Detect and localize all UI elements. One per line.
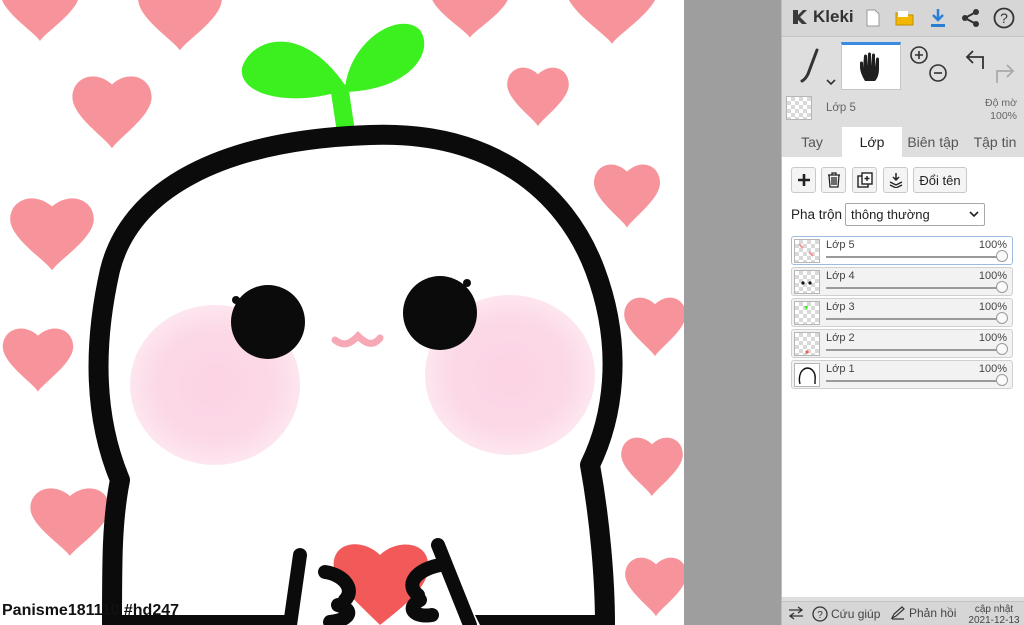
layer-name: Lớp 3: [826, 301, 855, 313]
plus-icon: [797, 174, 810, 186]
opacity-slider-handle[interactable]: [996, 374, 1008, 386]
opacity-slider-track[interactable]: [826, 318, 1000, 320]
feedback-button[interactable]: Phản hồi: [890, 606, 956, 620]
help-label: Cứu giúp: [831, 607, 881, 621]
help-button[interactable]: ? Cứu giúp: [812, 606, 880, 622]
help-circle-icon: ?: [812, 606, 828, 622]
layer-name: Lớp 2: [826, 332, 855, 344]
layer-item-3[interactable]: Lớp 3 100%: [791, 298, 1013, 327]
kleki-logo[interactable]: Kleki: [790, 7, 854, 27]
hand-tool[interactable]: [841, 42, 901, 90]
opacity-slider-track[interactable]: [826, 349, 1000, 351]
opacity-slider-handle[interactable]: [996, 250, 1008, 262]
redo-icon[interactable]: [996, 64, 1015, 83]
blend-mode-select[interactable]: thông thường: [845, 203, 985, 226]
panel-tabs: Tay Lớp Biên tập Tập tin: [782, 127, 1024, 157]
opacity-label: Độ mờ: [985, 97, 1017, 109]
tab-file[interactable]: Tập tin: [966, 127, 1024, 157]
panel-header: Kleki ?: [782, 0, 1024, 37]
open-folder-icon[interactable]: [894, 7, 916, 29]
duplicate-layer-button[interactable]: [852, 167, 877, 193]
layer-thumbnail: [794, 301, 820, 325]
zoom-out-icon[interactable]: [929, 64, 947, 82]
update-label: cập nhật: [974, 604, 1014, 615]
layer-item-2[interactable]: Lớp 2 100%: [791, 329, 1013, 358]
opacity-slider-track[interactable]: [826, 287, 1000, 289]
opacity-slider-handle[interactable]: [996, 312, 1008, 324]
undo-icon[interactable]: [965, 50, 984, 69]
tool-row: [782, 42, 1024, 92]
current-layer-preview: Lớp 5 Độ mờ 100%: [782, 93, 1024, 125]
help-icon[interactable]: ?: [993, 7, 1015, 29]
trash-icon: [827, 172, 840, 188]
svg-text:?: ?: [817, 610, 823, 621]
layer-thumbnail: [794, 270, 820, 294]
add-layer-button[interactable]: [791, 167, 816, 193]
brush-tool[interactable]: [790, 42, 840, 90]
share-icon[interactable]: [960, 7, 982, 29]
pencil-icon: [890, 606, 905, 620]
hand-icon: [860, 52, 879, 81]
zoom-controls: [906, 42, 954, 90]
right-eye: [403, 276, 477, 350]
feedback-label: Phản hồi: [909, 606, 957, 620]
tool-panel: Kleki ? Lớp 5 Độ mờ 100% Tay Lớp Biên tậ…: [781, 0, 1024, 625]
opacity-slider-track[interactable]: [826, 256, 1000, 258]
opacity-slider-handle[interactable]: [996, 343, 1008, 355]
layer-name: Lớp 4: [826, 270, 855, 282]
tab-hand[interactable]: Tay: [786, 127, 838, 157]
opacity-value: 100%: [990, 110, 1017, 122]
undo-redo: [962, 42, 1018, 90]
tab-layers[interactable]: Lớp: [842, 127, 902, 157]
swap-side-button[interactable]: [788, 606, 804, 620]
left-eye: [231, 285, 305, 359]
tab-edit[interactable]: Biên tập: [902, 127, 964, 157]
svg-text:?: ?: [1000, 10, 1008, 26]
sprout: [241, 23, 425, 141]
artwork: [0, 0, 684, 625]
zoom-in-icon[interactable]: [910, 46, 928, 64]
rename-layer-button[interactable]: Đổi tên: [913, 167, 967, 193]
panel-footer: ? Cứu giúp Phản hồi cập nhật 2021-12-13: [782, 601, 1024, 625]
blend-mode-value: thông thường: [851, 207, 930, 222]
blend-mode-label: Pha trộn: [791, 207, 843, 222]
layer-thumbnail: [794, 239, 820, 263]
duplicate-icon: [856, 172, 873, 188]
swap-arrows-icon: [788, 606, 804, 620]
canvas-margin: [684, 0, 781, 625]
opacity-slider-handle[interactable]: [996, 281, 1008, 293]
layer-item-1[interactable]: Lớp 1 100%: [791, 360, 1013, 389]
layer-item-5[interactable]: Lớp 5 100%: [791, 236, 1013, 265]
layer-item-4[interactable]: Lớp 4 100%: [791, 267, 1013, 296]
kleki-logo-icon: [793, 10, 807, 24]
download-icon[interactable]: [927, 7, 949, 29]
layer-thumbnail: [794, 332, 820, 356]
current-layer-thumbnail: [786, 96, 812, 120]
current-layer-name: Lớp 5: [826, 102, 856, 114]
artist-tag: Panisme181110 #hd247: [2, 602, 180, 619]
layers-panel: Đổi tên Pha trộn thông thường Lớp 5 100%…: [782, 157, 1024, 597]
layer-name: Lớp 1: [826, 363, 855, 375]
layer-thumbnail: [794, 363, 820, 387]
update-date: 2021-12-13: [968, 615, 1020, 625]
merge-down-icon: [889, 173, 902, 188]
layer-name: Lớp 5: [826, 239, 855, 251]
update-info[interactable]: cập nhật 2021-12-13: [963, 604, 1024, 625]
new-file-icon[interactable]: [862, 7, 884, 29]
merge-down-button[interactable]: [883, 167, 908, 193]
brush-icon: [800, 48, 836, 86]
app-name: Kleki: [813, 7, 854, 26]
opacity-slider-track[interactable]: [826, 380, 1000, 382]
chevron-down-icon: [969, 211, 979, 218]
drawing-canvas[interactable]: Panisme181110 #hd247: [0, 0, 684, 625]
delete-layer-button[interactable]: [821, 167, 846, 193]
